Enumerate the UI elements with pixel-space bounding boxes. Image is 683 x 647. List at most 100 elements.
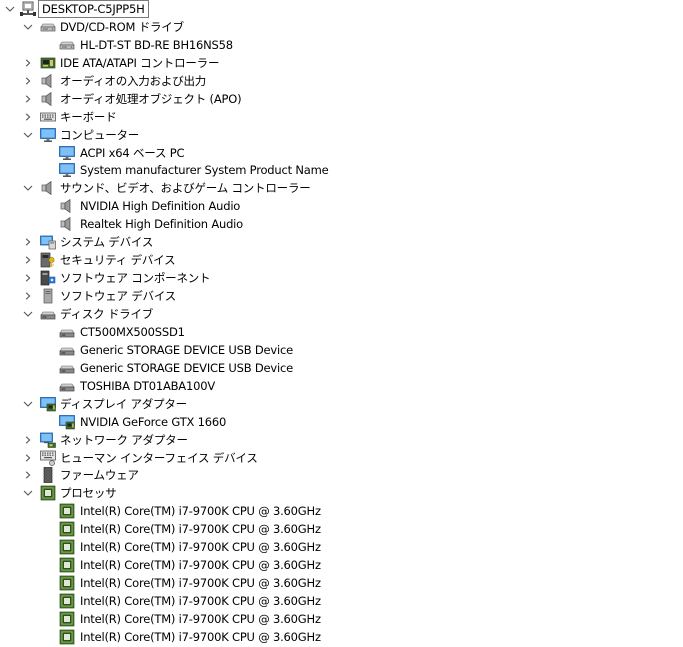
chevron-right-icon[interactable]	[21, 72, 35, 90]
tree-row[interactable]: ディスプレイ アダプター	[0, 395, 683, 413]
chevron-right-icon[interactable]	[21, 466, 35, 484]
tree-row[interactable]: プロセッサ	[0, 484, 683, 502]
tree-row[interactable]: Intel(R) Core(TM) i7-9700K CPU @ 3.60GHz	[0, 610, 683, 628]
tree-item-label: ファームウェア	[60, 468, 139, 483]
tree-row[interactable]: Intel(R) Core(TM) i7-9700K CPU @ 3.60GHz	[0, 538, 683, 556]
tree-row[interactable]: Generic STORAGE DEVICE USB Device	[0, 341, 683, 359]
tree-item-label: ソフトウェア コンポーネント	[60, 271, 211, 286]
tree-row[interactable]: NVIDIA High Definition Audio	[0, 197, 683, 215]
tree-row[interactable]: Intel(R) Core(TM) i7-9700K CPU @ 3.60GHz	[0, 502, 683, 520]
tree-row[interactable]: Intel(R) Core(TM) i7-9700K CPU @ 3.60GHz	[0, 628, 683, 646]
tree-item-label: システム デバイス	[60, 235, 154, 250]
tree-item-label: NVIDIA High Definition Audio	[80, 199, 241, 214]
tree-row[interactable]: Realtek High Definition Audio	[0, 215, 683, 233]
tree-row[interactable]: セキュリティ デバイス	[0, 251, 683, 269]
tree-row[interactable]: システム デバイス	[0, 233, 683, 251]
tree-row[interactable]: TOSHIBA DT01ABA100V	[0, 377, 683, 395]
processor-icon	[59, 503, 75, 519]
tree-row[interactable]: Intel(R) Core(TM) i7-9700K CPU @ 3.60GHz	[0, 574, 683, 592]
tree-row[interactable]: HL-DT-ST BD-RE BH16NS58	[0, 36, 683, 54]
processor-icon	[59, 575, 75, 591]
tree-row[interactable]: Intel(R) Core(TM) i7-9700K CPU @ 3.60GHz	[0, 592, 683, 610]
tree-item-label: セキュリティ デバイス	[60, 253, 176, 268]
tree-row[interactable]: CT500MX500SSD1	[0, 323, 683, 341]
tree-item-label: Realtek High Definition Audio	[80, 217, 244, 232]
optical-drive-icon	[40, 19, 56, 35]
computer-network-icon	[20, 1, 36, 17]
processor-icon	[40, 485, 56, 501]
chevron-right-icon[interactable]	[21, 108, 35, 126]
chevron-down-icon[interactable]	[3, 0, 17, 18]
tree-item-label: Intel(R) Core(TM) i7-9700K CPU @ 3.60GHz	[80, 611, 321, 626]
monitor-icon	[59, 145, 75, 161]
processor-icon	[59, 521, 75, 537]
tree-item-label: コンピューター	[60, 127, 140, 142]
tree-row[interactable]: Generic STORAGE DEVICE USB Device	[0, 359, 683, 377]
tree-item-label: Intel(R) Core(TM) i7-9700K CPU @ 3.60GHz	[80, 594, 321, 609]
tree-row[interactable]: ソフトウェア デバイス	[0, 287, 683, 305]
tree-row[interactable]: ソフトウェア コンポーネント	[0, 269, 683, 287]
tree-row[interactable]: System manufacturer System Product Name	[0, 161, 683, 179]
chevron-down-icon[interactable]	[21, 179, 35, 197]
tree-item-label: NVIDIA GeForce GTX 1660	[80, 414, 227, 429]
software-component-icon	[40, 270, 56, 286]
tree-row[interactable]: ディスク ドライブ	[0, 305, 683, 323]
security-key-icon	[40, 252, 56, 268]
disk-drive-icon	[59, 360, 75, 376]
tree-row[interactable]: コンピューター	[0, 126, 683, 144]
chevron-down-icon[interactable]	[21, 126, 35, 144]
tree-row[interactable]: サウンド、ビデオ、およびゲーム コントローラー	[0, 179, 683, 197]
tree-row[interactable]: DESKTOP-C5JPP5H	[0, 0, 683, 18]
chevron-right-icon[interactable]	[21, 449, 35, 467]
tree-row[interactable]: ヒューマン インターフェイス デバイス	[0, 449, 683, 467]
tree-row[interactable]: ACPI x64 ベース PC	[0, 144, 683, 162]
chevron-down-icon[interactable]	[21, 395, 35, 413]
chevron-right-icon[interactable]	[21, 90, 35, 108]
tree-item-label: System manufacturer System Product Name	[80, 163, 329, 178]
tree-row[interactable]: IDE ATA/ATAPI コントローラー	[0, 54, 683, 72]
chevron-right-icon[interactable]	[21, 233, 35, 251]
processor-icon	[59, 611, 75, 627]
tree-row[interactable]: Intel(R) Core(TM) i7-9700K CPU @ 3.60GHz	[0, 520, 683, 538]
chevron-right-icon[interactable]	[21, 431, 35, 449]
tree-item-label: Intel(R) Core(TM) i7-9700K CPU @ 3.60GHz	[80, 540, 321, 555]
tree-item-label: Intel(R) Core(TM) i7-9700K CPU @ 3.60GHz	[80, 522, 321, 537]
tree-item-label: Intel(R) Core(TM) i7-9700K CPU @ 3.60GHz	[80, 629, 321, 644]
tree-item-label: DESKTOP-C5JPP5H	[38, 0, 149, 18]
speaker-icon	[59, 216, 75, 232]
chevron-down-icon[interactable]	[21, 484, 35, 502]
chevron-right-icon[interactable]	[21, 251, 35, 269]
processor-icon	[59, 629, 75, 645]
chevron-right-icon[interactable]	[21, 54, 35, 72]
tree-item-label: オーディオの入力および出力	[60, 73, 207, 88]
disk-drive-icon	[40, 306, 56, 322]
disk-drive-icon	[59, 324, 75, 340]
tree-row[interactable]: Intel(R) Core(TM) i7-9700K CPU @ 3.60GHz	[0, 556, 683, 574]
tree-row[interactable]: キーボード	[0, 108, 683, 126]
tree-item-label: Generic STORAGE DEVICE USB Device	[80, 342, 293, 357]
chevron-down-icon[interactable]	[21, 305, 35, 323]
tree-row[interactable]: オーディオの入力および出力	[0, 72, 683, 90]
tree-row[interactable]: オーディオ処理オブジェクト (APO)	[0, 90, 683, 108]
monitor-icon	[40, 127, 56, 143]
hid-icon	[40, 450, 56, 466]
tree-row[interactable]: NVIDIA GeForce GTX 1660	[0, 413, 683, 431]
tree-item-label: ソフトウェア デバイス	[60, 289, 177, 304]
speaker-icon	[40, 91, 56, 107]
tree-row[interactable]: ファームウェア	[0, 466, 683, 484]
display-adapter-icon	[59, 414, 75, 430]
chevron-down-icon[interactable]	[21, 18, 35, 36]
tree-item-label: Intel(R) Core(TM) i7-9700K CPU @ 3.60GHz	[80, 504, 321, 519]
tree-item-label: CT500MX500SSD1	[80, 324, 185, 339]
tree-row[interactable]: DVD/CD-ROM ドライブ	[0, 18, 683, 36]
tree-item-label: サウンド、ビデオ、およびゲーム コントローラー	[60, 181, 311, 196]
network-adapter-icon	[40, 432, 56, 448]
tree-row[interactable]: ネットワーク アダプター	[0, 431, 683, 449]
firmware-icon	[40, 467, 56, 484]
speaker-icon	[40, 180, 56, 196]
tree-item-label: TOSHIBA DT01ABA100V	[80, 378, 215, 393]
speaker-icon	[40, 73, 56, 89]
tree-item-label: ディスク ドライブ	[60, 306, 154, 321]
chevron-right-icon[interactable]	[21, 269, 35, 287]
chevron-right-icon[interactable]	[21, 287, 35, 305]
